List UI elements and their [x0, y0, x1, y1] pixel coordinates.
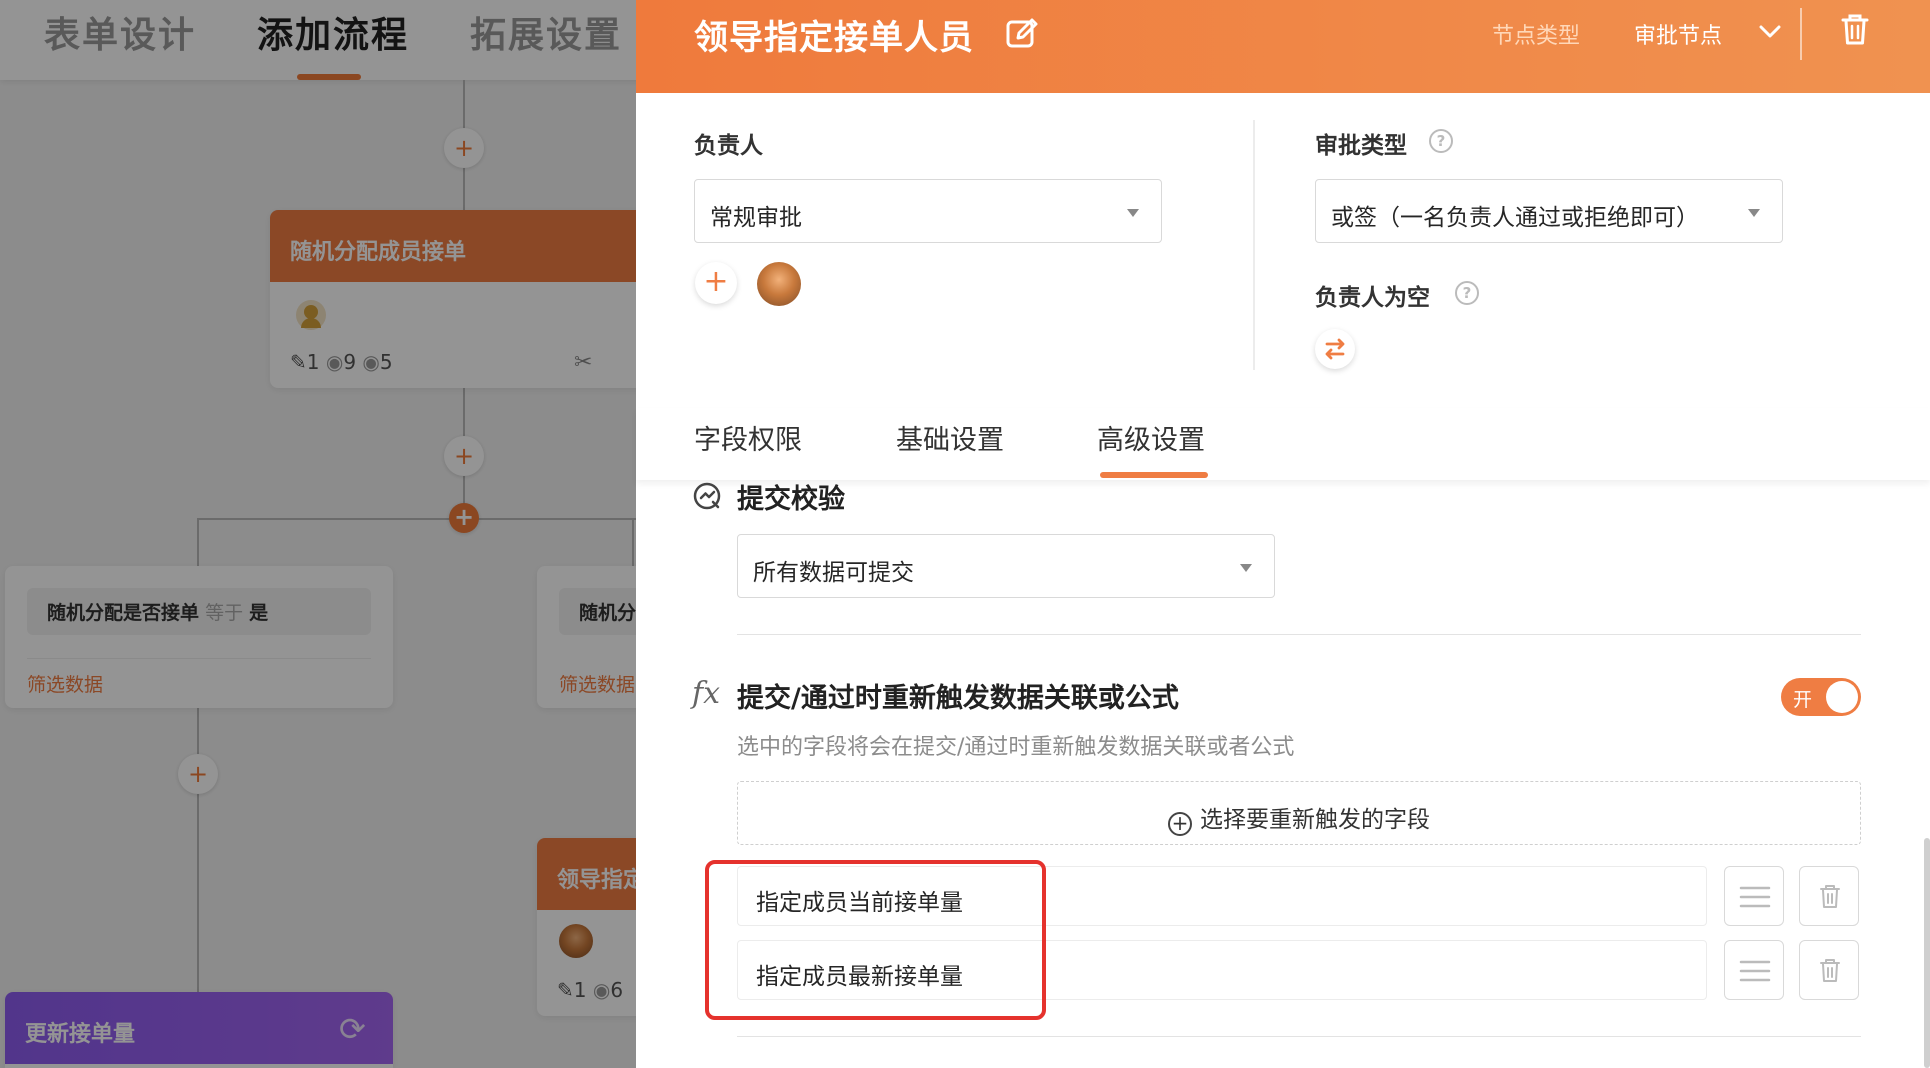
scrollbar[interactable] — [1924, 838, 1930, 1068]
section-divider — [737, 634, 1861, 635]
section-divider — [1253, 120, 1255, 370]
tab-basic-settings[interactable]: 基础设置 — [896, 418, 1004, 457]
submit-check-value: 所有数据可提交 — [753, 560, 914, 586]
owner-type-select[interactable]: 常规审批 — [694, 179, 1162, 243]
submit-check-title: 提交校验 — [737, 484, 845, 515]
retrigger-description: 选中的字段将会在提交/通过时重新触发数据关联或者公式 — [737, 735, 1295, 760]
help-icon[interactable]: ? — [1429, 129, 1453, 153]
drag-handle-icon[interactable] — [1724, 866, 1784, 926]
retrigger-toggle[interactable]: 开 — [1781, 678, 1861, 716]
delete-field-icon[interactable] — [1799, 866, 1859, 926]
node-type-dropdown[interactable]: 审批节点 — [1634, 18, 1722, 50]
add-owner-button[interactable]: + — [695, 262, 737, 304]
settings-tabs: 字段权限 基础设置 高级设置 — [636, 408, 1930, 480]
select-fields-button[interactable]: + 选择要重新触发的字段 — [737, 781, 1861, 845]
node-type-label: 节点类型 — [1492, 24, 1581, 49]
approval-type-select[interactable]: 或签（一名负责人通过或拒绝即可） — [1315, 179, 1783, 243]
formula-icon: fx — [692, 676, 721, 711]
highlight-annotation — [705, 860, 1046, 1020]
active-tab-underline — [1100, 472, 1208, 478]
tab-advanced-settings[interactable]: 高级设置 — [1097, 418, 1205, 457]
submit-check-select[interactable]: 所有数据可提交 — [737, 534, 1275, 598]
toggle-knob — [1826, 681, 1858, 713]
empty-owner-label: 负责人为空 — [1315, 285, 1430, 311]
check-circle-icon — [693, 482, 721, 510]
delete-node-icon[interactable] — [1840, 12, 1870, 46]
help-icon[interactable]: ? — [1455, 281, 1479, 305]
tab-field-permissions[interactable]: 字段权限 — [694, 418, 802, 457]
modal-overlay[interactable] — [0, 0, 636, 1068]
swap-icon[interactable] — [1315, 329, 1355, 369]
owner-avatar[interactable] — [757, 262, 801, 306]
select-fields-label: 选择要重新触发的字段 — [1200, 807, 1430, 833]
chevron-down-icon[interactable] — [1758, 22, 1782, 42]
retrigger-title: 提交/通过时重新触发数据关联或公式 — [737, 683, 1179, 714]
approval-type-label: 审批类型 — [1315, 133, 1407, 159]
delete-field-icon[interactable] — [1799, 940, 1859, 1000]
toggle-label: 开 — [1793, 689, 1813, 711]
section-divider — [737, 1036, 1861, 1037]
panel-header: 领导指定接单人员 节点类型 审批节点 — [636, 0, 1930, 93]
panel-title: 领导指定接单人员 — [694, 18, 974, 58]
approval-type-value: 或签（一名负责人通过或拒绝即可） — [1331, 205, 1699, 231]
caret-down-icon — [1240, 564, 1252, 572]
caret-down-icon — [1748, 209, 1760, 217]
caret-down-icon — [1127, 209, 1139, 217]
edit-title-icon[interactable] — [1004, 16, 1040, 52]
owner-type-value: 常规审批 — [710, 205, 802, 231]
plus-circle-icon: + — [1168, 812, 1192, 836]
drag-handle-icon[interactable] — [1724, 940, 1784, 1000]
node-settings-panel: 领导指定接单人员 节点类型 审批节点 负责人 常规审批 + 审批类型 ? 或签（… — [636, 0, 1930, 1068]
owner-label: 负责人 — [694, 133, 763, 159]
header-divider — [1800, 8, 1802, 60]
